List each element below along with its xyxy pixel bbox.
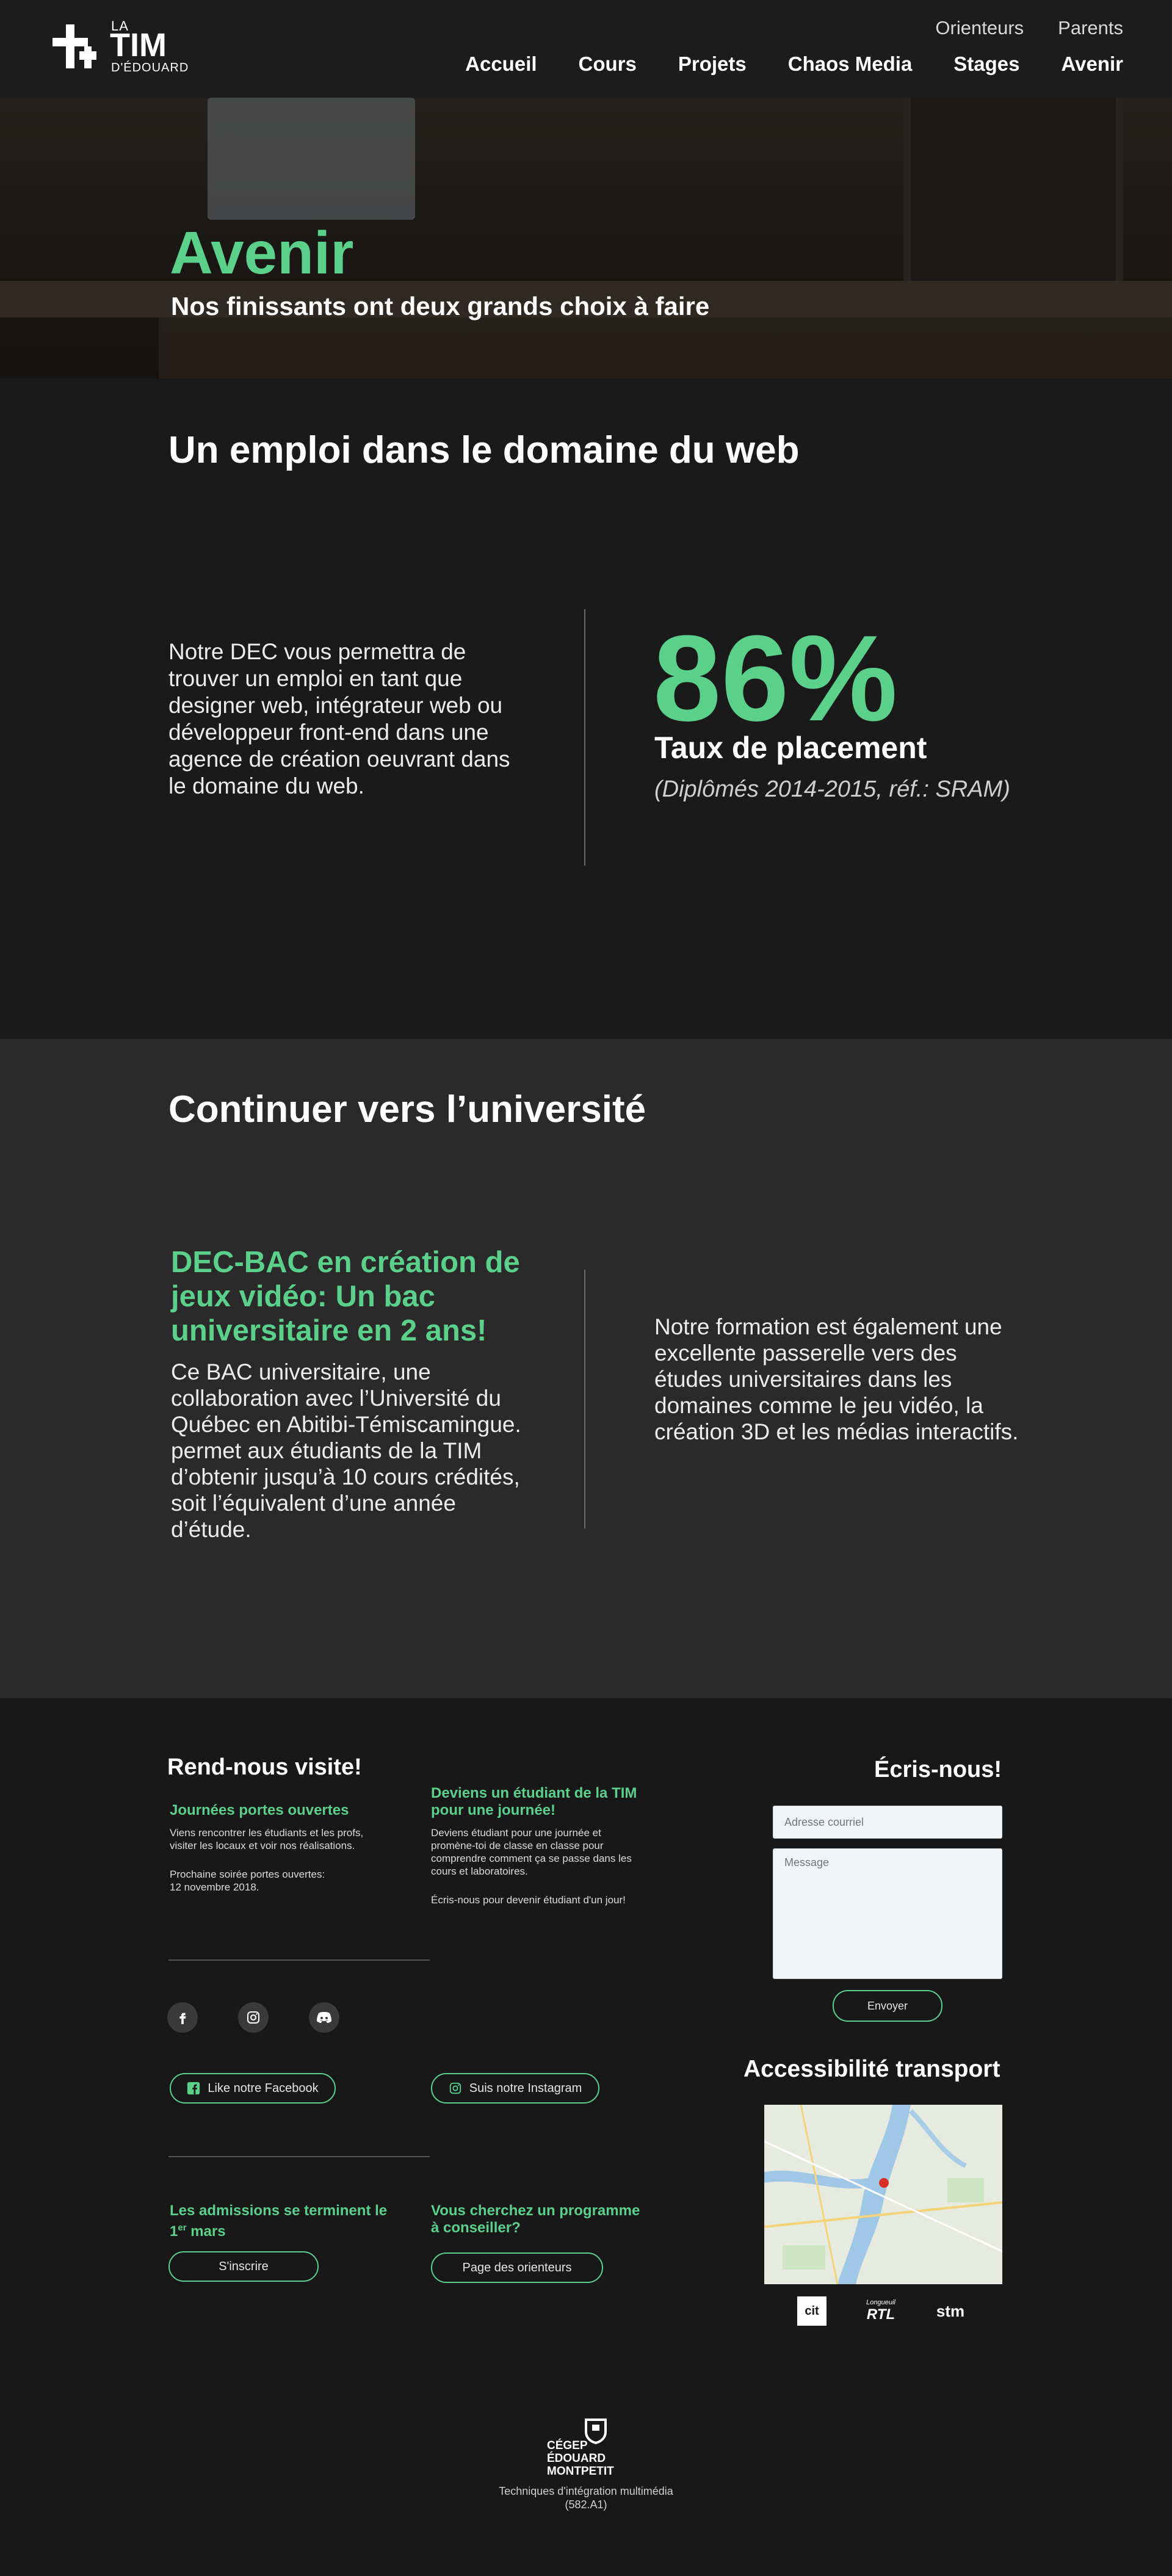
facebook-like-button[interactable]: Like notre Facebook — [170, 2073, 336, 2104]
portes-ouvertes-title: Journées portes ouvertes — [170, 1802, 349, 1818]
universite-heading: Continuer vers l’université — [168, 1088, 646, 1131]
facebook-icon — [179, 2013, 186, 2024]
nav-link-parents[interactable]: Parents — [1058, 17, 1123, 39]
instagram-icon — [247, 2011, 259, 2024]
send-button[interactable]: Envoyer — [833, 1990, 942, 2022]
emploi-section: Un emploi dans le domaine du web Notre D… — [0, 378, 1172, 1039]
rtl-logo-line2: RTL — [866, 2306, 895, 2323]
etudiant-jour-cta[interactable]: Écris-nous pour devenir étudiant d'un jo… — [431, 1894, 638, 1906]
cegep-logo[interactable]: CÉGEP ÉDOUARD MONTPETIT — [547, 2419, 626, 2480]
facebook-square-icon — [187, 2082, 200, 2095]
orienteurs-page-button[interactable]: Page des orienteurs — [431, 2252, 603, 2283]
discord-social-link[interactable] — [309, 2002, 339, 2033]
facebook-like-label: Like notre Facebook — [208, 2081, 319, 2095]
cegep-line-1: CÉGEP — [547, 2439, 588, 2452]
program-code: (582.A1) — [565, 2498, 607, 2511]
cit-logo: cit — [797, 2296, 827, 2326]
discord-icon — [317, 2012, 331, 2023]
map-image — [764, 2105, 1002, 2284]
logo-edouard: D'ÉDOUARD — [111, 61, 189, 74]
message-field[interactable] — [773, 1848, 1002, 1979]
conseiller-title: Vous cherchez un programme à conseiller? — [431, 2202, 640, 2236]
nav-link-stages[interactable]: Stages — [953, 52, 1019, 76]
passerelle-text: Notre formation est également une excell… — [654, 1314, 1019, 1444]
nav-link-avenir[interactable]: Avenir — [1062, 52, 1123, 76]
portes-ouvertes-date-label: Prochaine soirée portes ouvertes: — [170, 1869, 325, 1880]
nav-link-cours[interactable]: Cours — [579, 52, 637, 76]
site-footer: Rend-nous visite! Journées portes ouvert… — [0, 1698, 1172, 2576]
etudiant-jour-text: Deviens étudiant pour une journée et pro… — [431, 1827, 632, 1877]
portes-ouvertes-text: Viens rencontrer les étudiants et les pr… — [170, 1827, 364, 1851]
instagram-follow-label: Suis notre Instagram — [469, 2081, 582, 2095]
nav-link-orienteurs[interactable]: Orienteurs — [935, 17, 1024, 39]
cegep-line-3: MONTPETIT — [547, 2465, 614, 2478]
email-field[interactable] — [773, 1806, 1002, 1839]
inscrire-button[interactable]: S'inscrire — [168, 2251, 319, 2282]
program-info: Techniques d'intégration multimédia (582… — [464, 2484, 708, 2511]
etudiant-jour-title: Deviens un étudiant de la TIM pour une j… — [431, 1785, 637, 1818]
main-nav: Accueil Cours Projets Chaos Media Stages… — [465, 52, 1123, 76]
portes-ouvertes-date: 12 novembre 2018. — [170, 1881, 259, 1893]
universite-section: Continuer vers l’université DEC-BAC en c… — [0, 1039, 1172, 1698]
placement-label: Taux de placement — [654, 731, 927, 765]
footer-divider — [168, 2156, 430, 2157]
transport-title: Accessibilité transport — [743, 2056, 1000, 2082]
rtl-logo-line1: Longueuil — [866, 2299, 895, 2306]
instagram-social-link[interactable] — [238, 2002, 269, 2033]
footer-divider — [168, 1959, 430, 1961]
site-header: LA TIM D'ÉDOUARD Orienteurs Parents Accu… — [0, 0, 1172, 98]
admissions-title: Les admissions se terminent le 1er mars — [170, 2202, 402, 2240]
placement-stat: 86% — [653, 610, 898, 747]
logo-cross-icon — [52, 24, 96, 68]
instagram-icon — [449, 2082, 461, 2094]
emploi-heading: Un emploi dans le domaine du web — [168, 429, 800, 471]
cegep-line-2: ÉDOUARD — [547, 2452, 606, 2465]
dec-bac-title: DEC-BAC en création de jeux vidéo: Un ba… — [171, 1246, 520, 1347]
section-divider — [584, 1270, 585, 1529]
admissions-title-sup: er — [178, 2223, 187, 2233]
visit-title: Rend-nous visite! — [167, 1754, 362, 1780]
program-name: Techniques d'intégration multimédia — [499, 2485, 673, 2497]
hero-banner: Avenir Nos finissants ont deux grands ch… — [0, 98, 1172, 378]
transport-map[interactable] — [764, 2105, 1002, 2284]
page-title: Avenir — [170, 219, 354, 286]
rtl-logo: Longueuil RTL — [853, 2296, 908, 2326]
page-subtitle: Nos finissants ont deux grands choix à f… — [171, 292, 710, 320]
nav-link-projets[interactable]: Projets — [678, 52, 747, 76]
instagram-follow-button[interactable]: Suis notre Instagram — [431, 2073, 599, 2104]
secondary-nav: Orienteurs Parents — [935, 17, 1123, 39]
stm-logo: stm — [936, 2301, 965, 2320]
tim-logo[interactable]: LA TIM D'ÉDOUARD — [52, 18, 199, 74]
placement-note: (Diplômés 2014-2015, réf.: SRAM) — [654, 776, 1010, 802]
admissions-title-end: mars — [186, 2223, 226, 2240]
contact-title: Écris-nous! — [874, 1757, 1002, 1782]
facebook-social-link[interactable] — [167, 2002, 198, 2033]
logo-tim: TIM — [110, 27, 167, 63]
emploi-paragraph: Notre DEC vous permettra de trouver un e… — [168, 639, 510, 798]
nav-link-accueil[interactable]: Accueil — [465, 52, 537, 76]
nav-link-chaos-media[interactable]: Chaos Media — [788, 52, 913, 76]
dec-bac-text: Ce BAC universitaire, une collaboration … — [171, 1359, 521, 1542]
section-divider — [584, 609, 585, 866]
